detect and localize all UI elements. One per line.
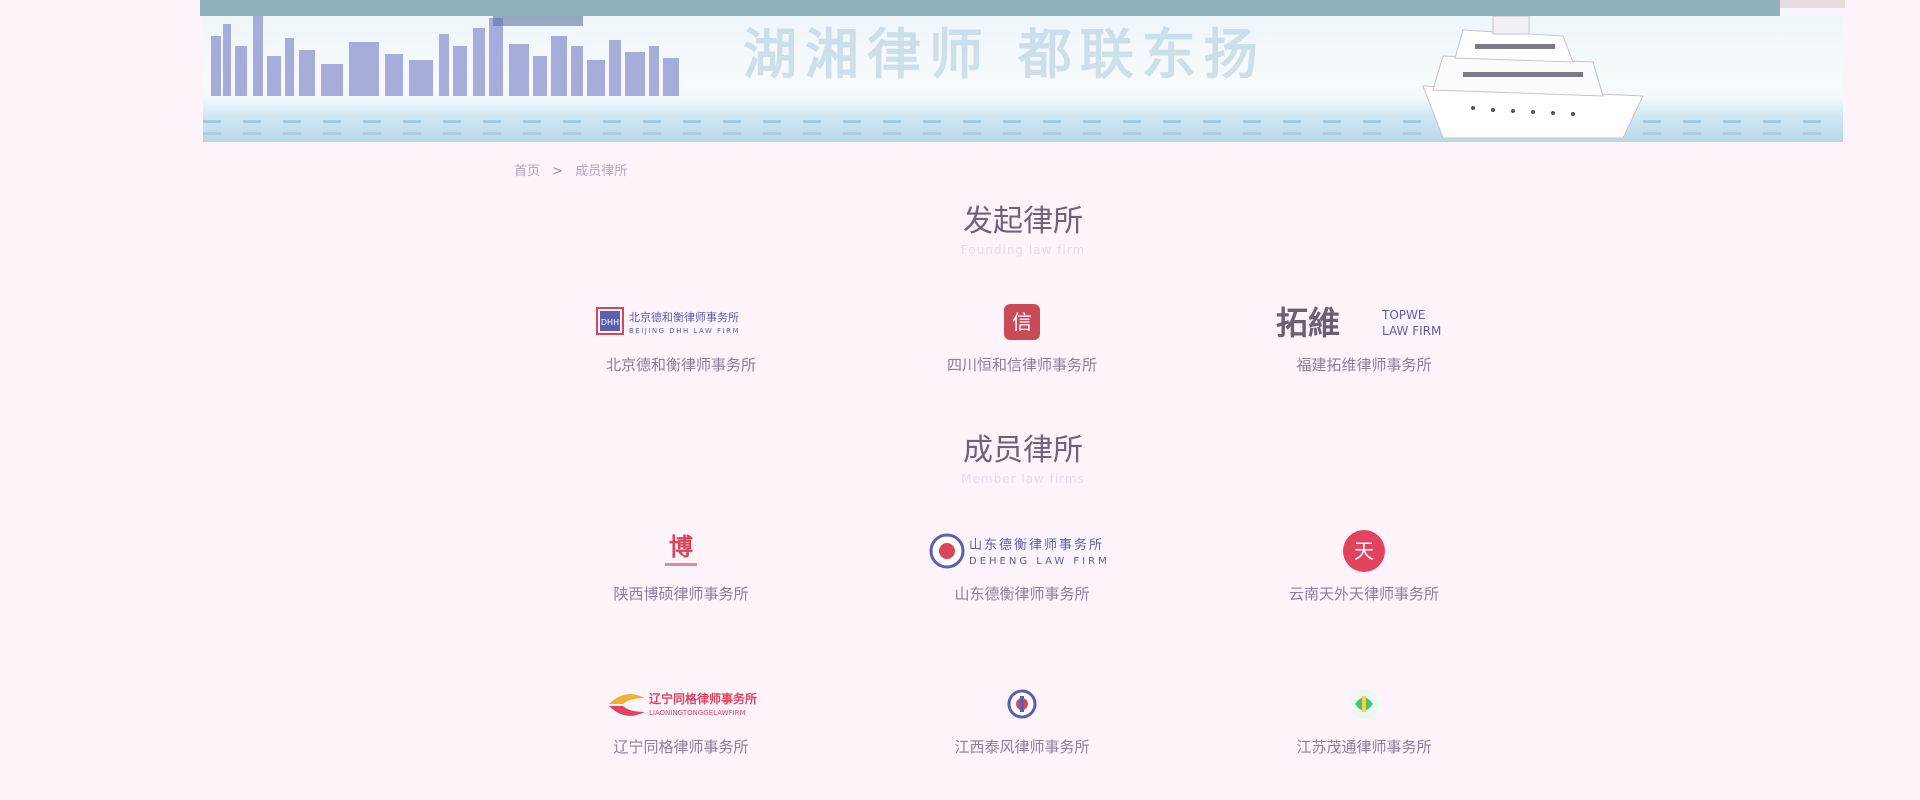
svg-text:信: 信 bbox=[1012, 310, 1032, 334]
page-margin-left bbox=[0, 0, 200, 800]
svg-text:山东德衡律师事务所: 山东德衡律师事务所 bbox=[969, 537, 1104, 553]
firm-logo bbox=[1234, 680, 1494, 728]
tongge-logo-icon: 辽宁同格律师事务所 LIAONINGTONGGELAWFIRM bbox=[609, 691, 757, 717]
firm-logo: 拓維 TOPWE LAW FIRM bbox=[1234, 298, 1494, 346]
firm-card-fujian-tuowei[interactable]: 拓維 TOPWE LAW FIRM 福建拓维律师事务所 bbox=[1234, 298, 1494, 375]
svg-text:辽宁同格律师事务所: 辽宁同格律师事务所 bbox=[649, 691, 757, 706]
svg-text:BEIJING DHH LAW FIRM: BEIJING DHH LAW FIRM bbox=[629, 327, 740, 335]
tianwaitian-logo-icon: 天 bbox=[1343, 530, 1385, 572]
svg-text:DEHENG LAW FIRM: DEHENG LAW FIRM bbox=[969, 556, 1110, 567]
firm-card-sichuan-henghexin[interactable]: 信 四川恒和信律师事务所 bbox=[892, 298, 1152, 375]
firm-card-liaoning-tongge[interactable]: 辽宁同格律师事务所 LIAONINGTONGGELAWFIRM 辽宁同格律师事务… bbox=[551, 680, 811, 757]
firm-logo: 博 bbox=[551, 527, 811, 575]
firm-name: 北京德和衡律师事务所 bbox=[605, 356, 756, 374]
founding-section-subtitle: Founding law firm bbox=[960, 243, 1086, 257]
founding-section-title: 发起律所 bbox=[963, 204, 1083, 239]
city-skyline-image bbox=[211, 16, 679, 96]
boshuo-logo-icon: 博 bbox=[665, 533, 697, 566]
firm-card-shandong-deheng[interactable]: 山东德衡律师事务所 DEHENG LAW FIRM 山东德衡律师事务所 bbox=[892, 527, 1152, 604]
breadcrumb-current: 成员律所 bbox=[575, 164, 628, 179]
firm-name: 陕西博硕律师事务所 bbox=[613, 585, 749, 603]
page-margin-right bbox=[1845, 0, 1920, 800]
breadcrumb: 首页 > 成员律所 bbox=[514, 160, 627, 179]
firm-name: 四川恒和信律师事务所 bbox=[946, 356, 1097, 374]
top-strip-center bbox=[140, 0, 1780, 16]
svg-text:北京德和衡律师事务所: 北京德和衡律师事务所 bbox=[629, 310, 739, 324]
firm-card-beijing-dehehe[interactable]: DHH 北京德和衡律师事务所 BEIJING DHH LAW FIRM 北京德和… bbox=[551, 298, 811, 375]
svg-text:DHH: DHH bbox=[601, 318, 619, 327]
banner-slogan: 湖湘律师 都联东扬 bbox=[743, 23, 1266, 86]
firm-logo: DHH 北京德和衡律师事务所 BEIJING DHH LAW FIRM bbox=[551, 298, 811, 346]
svg-text:天: 天 bbox=[1354, 539, 1374, 563]
firm-logo: 辽宁同格律师事务所 LIAONINGTONGGELAWFIRM bbox=[551, 680, 811, 728]
header-banner: 湖湘律师 都联东扬 bbox=[203, 16, 1843, 142]
firm-card-shaanxi-boshuo[interactable]: 博 陕西博硕律师事务所 bbox=[551, 527, 811, 604]
henghexin-logo-icon: 信 bbox=[1004, 304, 1040, 340]
firm-name: 山东德衡律师事务所 bbox=[954, 585, 1090, 603]
members-section-subtitle: Member law firms bbox=[961, 472, 1085, 486]
breadcrumb-home-link[interactable]: 首页 bbox=[514, 164, 540, 179]
firm-name: 江西泰风律师事务所 bbox=[954, 738, 1090, 756]
ship-image bbox=[1422, 16, 1644, 139]
leaf-emblem-icon bbox=[1349, 689, 1379, 719]
svg-text:拓維: 拓維 bbox=[1276, 304, 1340, 342]
shield-emblem-icon bbox=[1007, 689, 1037, 719]
breadcrumb-separator: > bbox=[552, 164, 564, 179]
firm-logo bbox=[892, 680, 1152, 728]
firm-logo: 信 bbox=[892, 298, 1152, 346]
firm-card-jiangsu-maotong[interactable]: 江苏茂通律师事务所 bbox=[1234, 680, 1494, 757]
members-section-title: 成员律所 bbox=[963, 433, 1083, 468]
svg-text:TOPWE: TOPWE bbox=[1381, 308, 1425, 322]
top-strip bbox=[0, 0, 1920, 16]
svg-text:博: 博 bbox=[669, 533, 693, 561]
firm-card-yunnan-tianwaitian[interactable]: 天 云南天外天律师事务所 bbox=[1234, 527, 1494, 604]
firm-name: 云南天外天律师事务所 bbox=[1288, 585, 1439, 603]
firm-card-jiangxi-taifeng[interactable]: 江西泰风律师事务所 bbox=[892, 680, 1152, 757]
firm-name: 江苏茂通律师事务所 bbox=[1296, 738, 1432, 756]
firm-name: 福建拓维律师事务所 bbox=[1296, 356, 1432, 374]
topwe-logo-icon: 拓維 TOPWE LAW FIRM bbox=[1276, 304, 1441, 342]
deheng-logo-icon: 山东德衡律师事务所 DEHENG LAW FIRM bbox=[929, 533, 1110, 569]
svg-text:LAW FIRM: LAW FIRM bbox=[1382, 324, 1441, 338]
dhh-logo-icon: DHH 北京德和衡律师事务所 BEIJING DHH LAW FIRM bbox=[596, 307, 740, 335]
svg-text:LIAONINGTONGGELAWFIRM: LIAONINGTONGGELAWFIRM bbox=[649, 709, 746, 717]
firm-logo: 山东德衡律师事务所 DEHENG LAW FIRM bbox=[892, 527, 1152, 575]
firm-logo: 天 bbox=[1234, 527, 1494, 575]
firm-name: 辽宁同格律师事务所 bbox=[613, 738, 749, 756]
